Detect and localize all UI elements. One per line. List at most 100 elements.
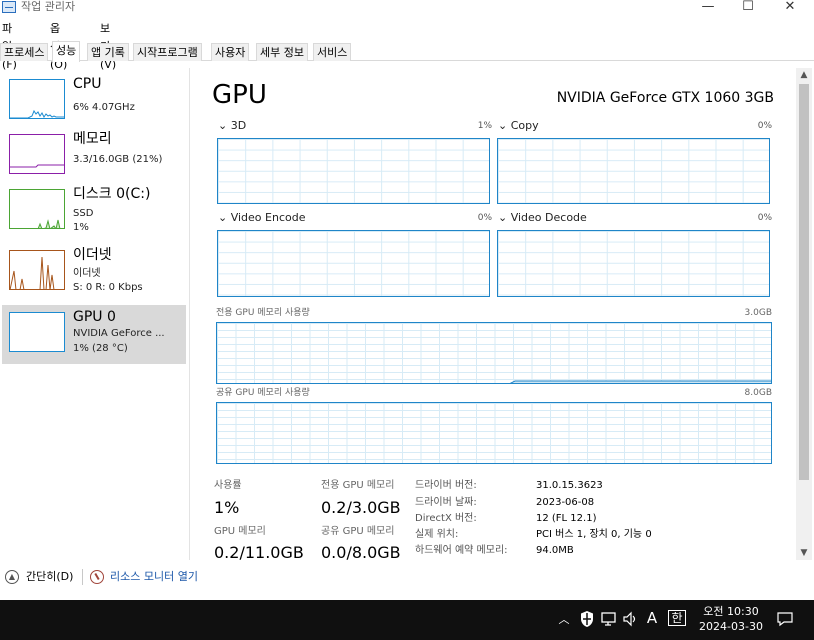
tab-bar: 프로세스 성능 앱 기록 시작프로그램 사용자 세부 정보 서비스 <box>0 41 814 62</box>
task-manager-window: 작업 관리자 — ☐ ✕ 파일(F) 옵션(O) 보기(V) 프로세스 성능 앱… <box>0 0 814 600</box>
shared-memory-label: 공유 GPU 메모리 사용량 <box>216 388 310 398</box>
input-mode-indicator[interactable]: A <box>644 610 660 626</box>
engine-label: Video Encode <box>230 211 306 224</box>
disk-thumbnail-graph <box>9 189 65 229</box>
resource-title: GPU 0 <box>73 309 116 325</box>
chevron-up-icon[interactable]: ︿ <box>556 612 572 628</box>
utilization-label: 사용률 <box>214 480 242 491</box>
resource-item-gpu[interactable]: GPU 0 NVIDIA GeForce ... 1% (28 °C) <box>2 305 186 364</box>
tab-details[interactable]: 세부 정보 <box>256 43 308 61</box>
resource-subtitle: NVIDIA GeForce ... <box>73 328 165 339</box>
resource-monitor-icon[interactable] <box>90 570 104 584</box>
engine-dropdown-video-decode[interactable]: ⌄ Video Decode <box>498 211 587 225</box>
hardware-reserved-memory-value: 94.0MB <box>536 545 574 556</box>
gpu-thumbnail-graph <box>9 312 65 352</box>
resource-item-ethernet[interactable]: 이더넷 이더넷 S: 0 R: 0 Kbps <box>2 243 186 302</box>
shared-memory-stat-value: 0.0/8.0GB <box>321 543 401 560</box>
network-icon[interactable] <box>600 610 618 632</box>
dedicated-memory-label: 전용 GPU 메모리 사용량 <box>216 308 310 318</box>
resource-subtitle: SSD <box>73 208 94 219</box>
clock-time: 오전 10:30 <box>703 605 759 618</box>
close-button[interactable]: ✕ <box>772 0 808 16</box>
engine-graph-video-encode <box>217 230 490 297</box>
maximize-button[interactable]: ☐ <box>730 0 766 16</box>
tab-processes[interactable]: 프로세스 <box>0 43 49 61</box>
resource-subtitle: 6% 4.07GHz <box>73 102 135 113</box>
resource-subtitle-2: 1% (28 °C) <box>73 343 128 354</box>
open-resource-monitor-link[interactable]: 리소스 모니터 열기 <box>110 570 198 584</box>
tab-app-history[interactable]: 앱 기록 <box>87 43 129 61</box>
resource-item-cpu[interactable]: CPU 6% 4.07GHz <box>2 72 186 131</box>
scroll-down-arrow-icon[interactable]: ▼ <box>796 546 812 560</box>
engine-label: Video Decode <box>510 211 587 224</box>
engine-graph-3d <box>217 138 490 204</box>
gpu-memory-stat-value: 0.2/11.0GB <box>214 543 304 560</box>
title-bar: 작업 관리자 — ☐ ✕ <box>0 0 814 16</box>
shared-memory-graph <box>216 402 772 464</box>
fewer-details-link[interactable]: 간단히(D) <box>26 570 73 584</box>
vertical-scrollbar[interactable]: ▲ ▼ <box>796 68 812 560</box>
minimize-button[interactable]: — <box>690 0 726 16</box>
gpu-details-panel: GPU NVIDIA GeForce GTX 1060 3GB ⌄ 3D 1% … <box>196 68 792 560</box>
gpu-model-name: NVIDIA GeForce GTX 1060 3GB <box>556 90 774 106</box>
physical-location-label: 실제 위치: <box>415 529 459 540</box>
directx-version-value: 12 (FL 12.1) <box>536 513 597 524</box>
dedicated-memory-graph <box>216 322 772 384</box>
scroll-thumb[interactable] <box>799 84 809 480</box>
hardware-reserved-memory-label: 하드웨어 예약 메모리: <box>415 545 508 556</box>
page-title: GPU <box>212 80 267 110</box>
shared-memory-stat-label: 공유 GPU 메모리 <box>321 526 395 537</box>
resource-title: 이더넷 <box>73 247 112 263</box>
driver-date-value: 2023-06-08 <box>536 497 595 508</box>
resource-subtitle: 3.3/16.0GB (21%) <box>73 154 163 165</box>
memory-thumbnail-graph <box>9 134 65 174</box>
clock-date: 2024-03-30 <box>699 620 763 633</box>
resource-item-disk[interactable]: 디스크 0(C:) SSD 1% <box>2 182 186 241</box>
chevron-up-circle-icon[interactable]: ▲ <box>5 570 19 584</box>
notification-icon[interactable] <box>776 610 794 632</box>
engine-dropdown-3d[interactable]: ⌄ 3D <box>218 119 246 133</box>
tab-users[interactable]: 사용자 <box>211 43 250 61</box>
engine-label: 3D <box>230 119 247 132</box>
driver-version-value: 31.0.15.3623 <box>536 480 603 491</box>
resource-title: 디스크 0(C:) <box>73 186 151 202</box>
engine-label: Copy <box>510 119 539 132</box>
tab-performance[interactable]: 성능 <box>52 41 81 62</box>
engine-percent: 1% <box>477 121 492 131</box>
utilization-value: 1% <box>214 498 240 517</box>
dedicated-memory-max: 3.0GB <box>744 308 772 318</box>
volume-icon[interactable] <box>622 610 640 632</box>
shield-icon[interactable] <box>578 610 596 632</box>
resource-item-memory[interactable]: 메모리 3.3/16.0GB (21%) <box>2 127 186 186</box>
engine-percent: 0% <box>477 213 492 223</box>
driver-version-label: 드라이버 버전: <box>415 480 477 491</box>
engine-percent: 0% <box>757 121 772 131</box>
resource-title: 메모리 <box>73 131 112 147</box>
gpu-memory-stat-label: GPU 메모리 <box>214 526 266 537</box>
cpu-thumbnail-graph <box>9 79 65 119</box>
directx-version-label: DirectX 버전: <box>415 513 477 524</box>
window-title: 작업 관리자 <box>21 0 76 13</box>
engine-dropdown-copy[interactable]: ⌄ Copy <box>498 119 539 133</box>
engine-dropdown-video-encode[interactable]: ⌄ Video Encode <box>218 211 305 225</box>
task-manager-app-icon <box>2 1 16 13</box>
engine-percent: 0% <box>757 213 772 223</box>
physical-location-value: PCI 버스 1, 장치 0, 기능 0 <box>536 529 652 540</box>
resource-subtitle-2: S: 0 R: 0 Kbps <box>73 282 143 293</box>
ime-hangul-indicator[interactable]: 한 <box>668 610 686 626</box>
resource-subtitle-2: 1% <box>73 222 89 233</box>
engine-graph-copy <box>497 138 770 204</box>
scroll-up-arrow-icon[interactable]: ▲ <box>796 68 812 82</box>
taskbar: ︿ A 한 오전 10:30 2024-03-30 <box>0 600 814 640</box>
resource-title: CPU <box>73 76 102 92</box>
dedicated-memory-stat-label: 전용 GPU 메모리 <box>321 480 395 491</box>
footer-bar: ▲ 간단히(D) 리소스 모니터 열기 <box>0 566 814 588</box>
tab-startup[interactable]: 시작프로그램 <box>133 43 202 61</box>
resource-subtitle: 이더넷 <box>73 268 101 279</box>
engine-graph-video-decode <box>497 230 770 297</box>
tab-services[interactable]: 서비스 <box>313 43 352 61</box>
footer-divider <box>82 569 83 585</box>
dedicated-memory-stat-value: 0.2/3.0GB <box>321 498 401 517</box>
taskbar-clock[interactable]: 오전 10:30 2024-03-30 <box>694 604 768 634</box>
ethernet-thumbnail-graph <box>9 250 65 290</box>
